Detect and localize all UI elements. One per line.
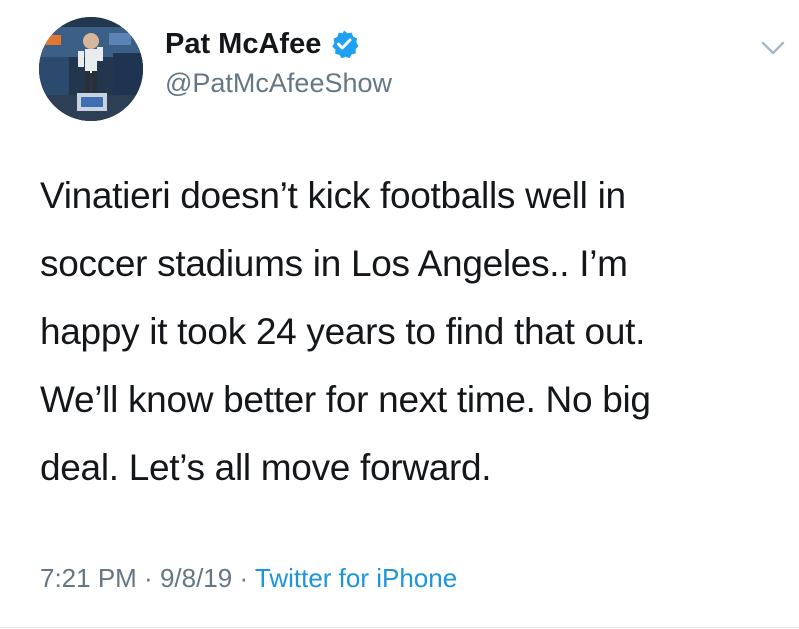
- meta-separator: ·: [232, 563, 255, 593]
- tweet-text-line: soccer stadiums in Los Angeles.. I’m: [40, 243, 628, 284]
- tweet-text-line: We’ll know better for next time. No big: [40, 379, 651, 420]
- divider: [0, 627, 799, 628]
- tweet-time[interactable]: 7:21 PM: [40, 563, 137, 593]
- tweet-text-line: deal. Let’s all move forward.: [40, 447, 492, 488]
- tweet-card: Pat McAfee @PatMcAfeeShow Vinatieri does…: [0, 0, 799, 629]
- tweet-text-line: Vinatieri doesn’t kick footballs well in: [40, 175, 626, 216]
- tweet-source-link[interactable]: Twitter for iPhone: [255, 563, 457, 593]
- tweet-text: Vinatieri doesn’t kick footballs well in…: [40, 162, 780, 502]
- chevron-down-icon[interactable]: [759, 38, 787, 58]
- user-handle[interactable]: @PatMcAfeeShow: [165, 66, 392, 100]
- avatar-image: [39, 17, 143, 121]
- name-row: Pat McAfee: [165, 26, 359, 62]
- verified-badge-icon: [329, 29, 359, 59]
- meta-separator: ·: [136, 563, 160, 593]
- tweet-date[interactable]: 9/8/19: [160, 563, 232, 593]
- tweet-text-line: happy it took 24 years to find that out.: [40, 311, 646, 352]
- tweet-meta: 7:21 PM · 9/8/19 · Twitter for iPhone: [40, 560, 457, 596]
- avatar[interactable]: [39, 17, 143, 121]
- display-name[interactable]: Pat McAfee: [165, 26, 321, 62]
